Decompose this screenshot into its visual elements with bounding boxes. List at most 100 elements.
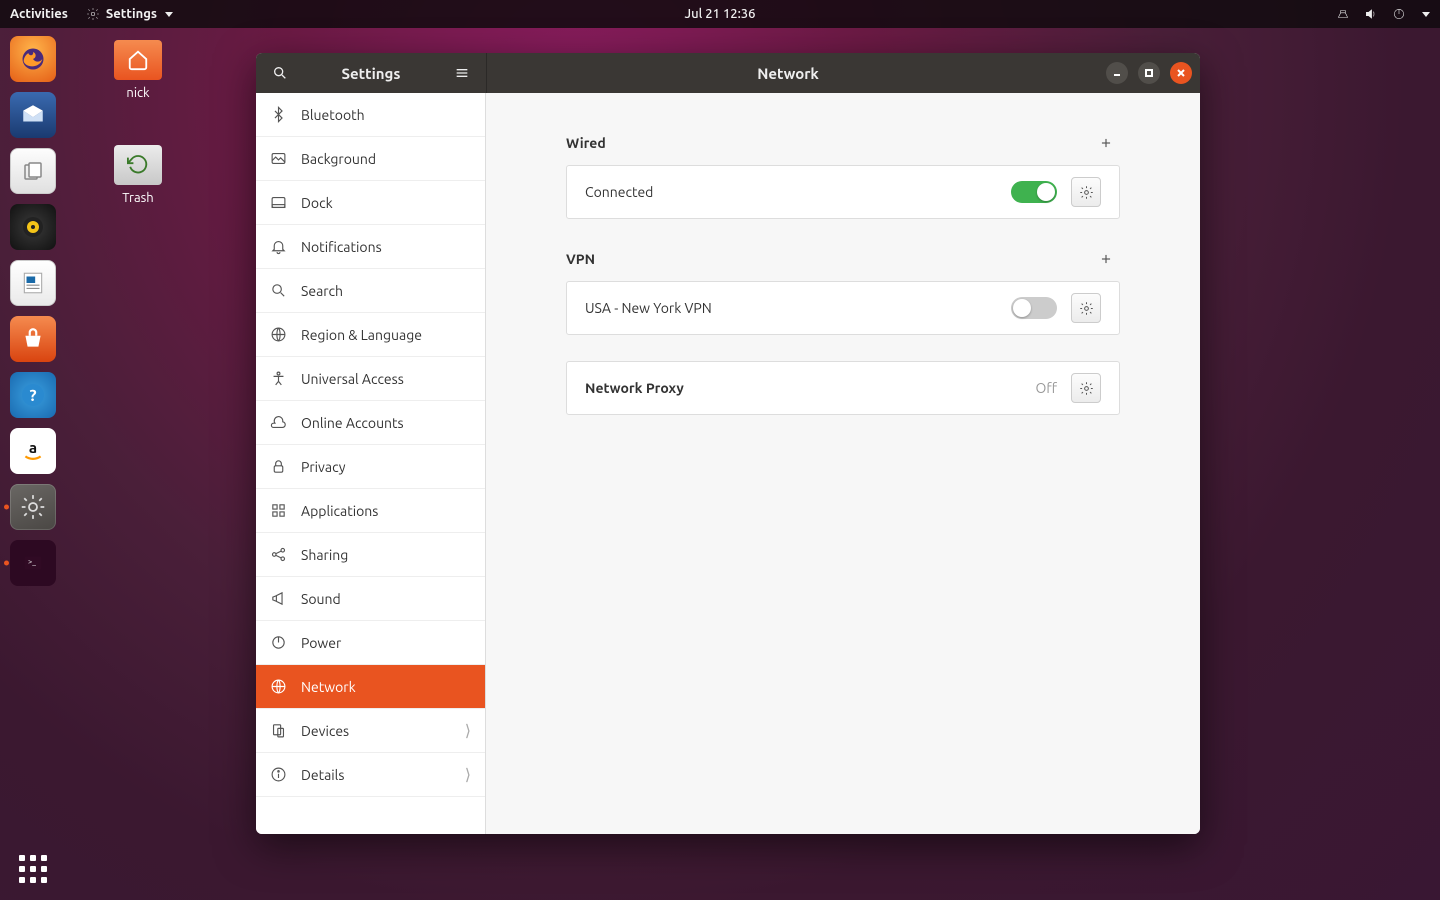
sidebar-item-background[interactable]: Background bbox=[256, 137, 485, 181]
settings-sidebar: BluetoothBackgroundDockNotificationsSear… bbox=[256, 93, 486, 834]
sidebar-item-details[interactable]: Details⟩ bbox=[256, 753, 485, 797]
sidebar-item-dock[interactable]: Dock bbox=[256, 181, 485, 225]
network-icon bbox=[270, 678, 287, 695]
wired-add-button[interactable] bbox=[1092, 129, 1120, 157]
sidebar-item-region-language[interactable]: Region & Language bbox=[256, 313, 485, 357]
dock-amazon[interactable]: a bbox=[10, 428, 56, 474]
close-button[interactable] bbox=[1170, 62, 1192, 84]
dock-software[interactable] bbox=[10, 316, 56, 362]
show-applications-button[interactable] bbox=[10, 846, 56, 892]
dock-files[interactable] bbox=[10, 148, 56, 194]
region-language-icon bbox=[270, 326, 287, 343]
sidebar-item-sharing[interactable]: Sharing bbox=[256, 533, 485, 577]
privacy-icon bbox=[270, 458, 287, 475]
svg-text:a: a bbox=[29, 439, 37, 456]
network-pane: Wired Connected VPN bbox=[486, 93, 1200, 834]
chevron-right-icon: ⟩ bbox=[465, 721, 471, 740]
sidebar-item-universal-access[interactable]: Universal Access bbox=[256, 357, 485, 401]
proxy-settings-button[interactable] bbox=[1071, 373, 1101, 403]
wired-section-header: Wired bbox=[566, 129, 1120, 157]
search-icon bbox=[270, 282, 287, 299]
proxy-heading: Network Proxy bbox=[585, 380, 684, 396]
settings-icon bbox=[86, 7, 100, 21]
sidebar-item-power[interactable]: Power bbox=[256, 621, 485, 665]
sidebar-item-label: Details bbox=[301, 767, 344, 783]
vpn-row: USA - New York VPN bbox=[567, 282, 1119, 334]
clock-label: Jul 21 12:36 bbox=[685, 7, 756, 21]
desktop-icon-label: Trash bbox=[98, 191, 178, 205]
dock-thunderbird[interactable] bbox=[10, 92, 56, 138]
dock-help[interactable]: ? bbox=[10, 372, 56, 418]
plus-icon bbox=[1099, 252, 1113, 266]
sidebar-item-notifications[interactable]: Notifications bbox=[256, 225, 485, 269]
sidebar-item-online-accounts[interactable]: Online Accounts bbox=[256, 401, 485, 445]
home-folder-icon bbox=[114, 40, 162, 80]
wired-heading: Wired bbox=[566, 135, 606, 151]
vpn-settings-button[interactable] bbox=[1071, 293, 1101, 323]
search-icon bbox=[272, 65, 288, 81]
sidebar-item-privacy[interactable]: Privacy bbox=[256, 445, 485, 489]
minimize-button[interactable] bbox=[1106, 62, 1128, 84]
dock-firefox[interactable] bbox=[10, 36, 56, 82]
proxy-state: Off bbox=[1035, 380, 1057, 396]
sharing-icon bbox=[270, 546, 287, 563]
chevron-down-icon bbox=[1422, 12, 1430, 17]
sidebar-item-applications[interactable]: Applications bbox=[256, 489, 485, 533]
desktop-icon-trash[interactable]: Trash bbox=[98, 145, 178, 205]
sidebar-item-network[interactable]: Network bbox=[256, 665, 485, 709]
background-icon bbox=[270, 150, 287, 167]
minimize-icon bbox=[1112, 68, 1122, 78]
sound-icon bbox=[270, 590, 287, 607]
vpn-heading: VPN bbox=[566, 251, 595, 267]
plus-icon bbox=[1099, 136, 1113, 150]
sidebar-item-devices[interactable]: Devices ⟩ bbox=[256, 709, 485, 753]
clock[interactable]: Jul 21 12:36 bbox=[685, 7, 756, 21]
wired-settings-button[interactable] bbox=[1071, 177, 1101, 207]
vpn-add-button[interactable] bbox=[1092, 245, 1120, 273]
volume-icon bbox=[1364, 7, 1378, 21]
sidebar-item-label: Online Accounts bbox=[301, 415, 404, 431]
applications-icon bbox=[270, 502, 287, 519]
sidebar-item-label: Power bbox=[301, 635, 341, 651]
svg-text:>_: >_ bbox=[28, 558, 36, 566]
titlebar[interactable]: Settings Network bbox=[256, 53, 1200, 93]
dock: ? a >_ bbox=[4, 32, 62, 892]
sidebar-item-label: Applications bbox=[301, 503, 378, 519]
power-icon bbox=[270, 634, 287, 651]
top-panel: Activities Settings Jul 21 12:36 bbox=[0, 0, 1440, 28]
gear-icon bbox=[1079, 381, 1094, 396]
app-menu-label: Settings bbox=[106, 7, 157, 21]
desktop-icon-label: nick bbox=[98, 86, 178, 100]
wired-status: Connected bbox=[585, 184, 653, 200]
dock-terminal[interactable]: >_ bbox=[10, 540, 56, 586]
network-icon bbox=[1336, 7, 1350, 21]
proxy-card: Network Proxy Off bbox=[566, 361, 1120, 415]
sidebar-search-button[interactable] bbox=[266, 59, 294, 87]
sidebar-item-label: Sound bbox=[301, 591, 341, 607]
system-tray[interactable] bbox=[1336, 7, 1430, 21]
dock-settings[interactable] bbox=[10, 484, 56, 530]
sidebar-item-bluetooth[interactable]: Bluetooth bbox=[256, 93, 485, 137]
sidebar-item-search[interactable]: Search bbox=[256, 269, 485, 313]
sidebar-item-sound[interactable]: Sound bbox=[256, 577, 485, 621]
sidebar-item-label: Devices bbox=[301, 723, 349, 739]
dock-rhythmbox[interactable] bbox=[10, 204, 56, 250]
wired-card: Connected bbox=[566, 165, 1120, 219]
activities-button[interactable]: Activities bbox=[10, 7, 68, 21]
vpn-card: USA - New York VPN bbox=[566, 281, 1120, 335]
vpn-toggle[interactable] bbox=[1011, 297, 1057, 319]
wired-row: Connected bbox=[567, 166, 1119, 218]
hamburger-menu-button[interactable] bbox=[448, 59, 476, 87]
wired-toggle[interactable] bbox=[1011, 181, 1057, 203]
vpn-item-label: USA - New York VPN bbox=[585, 300, 712, 316]
details-icon bbox=[270, 766, 287, 783]
dock-libreoffice-writer[interactable] bbox=[10, 260, 56, 306]
online-accounts-icon bbox=[270, 414, 287, 431]
sidebar-item-label: Universal Access bbox=[301, 371, 404, 387]
maximize-button[interactable] bbox=[1138, 62, 1160, 84]
vpn-section-header: VPN bbox=[566, 245, 1120, 273]
desktop-icon-home[interactable]: nick bbox=[98, 40, 178, 100]
notifications-icon bbox=[270, 238, 287, 255]
app-menu[interactable]: Settings bbox=[86, 7, 173, 21]
chevron-down-icon bbox=[165, 12, 173, 17]
